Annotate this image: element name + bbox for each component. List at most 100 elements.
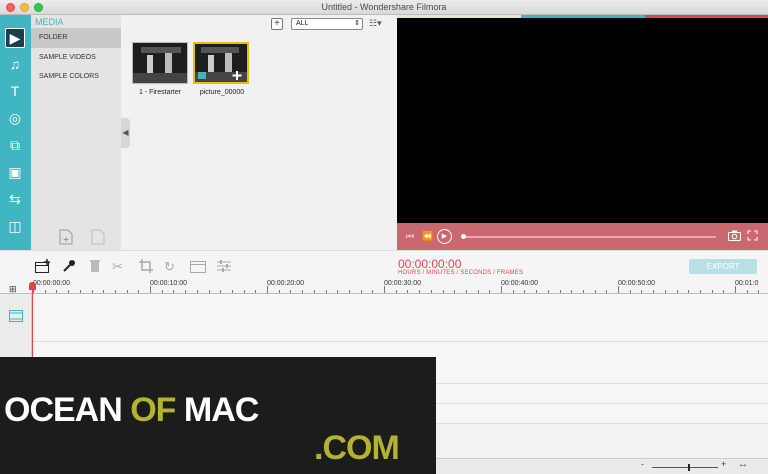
left-toolbar: ▶ ♫ T ◎ ⧉ ▣ ⇆ ◫ [0,15,31,250]
preview-screen[interactable] [397,15,768,223]
video-track[interactable] [32,294,768,342]
ruler-tick [337,290,339,293]
delete-folder-icon[interactable] [91,229,105,245]
timecode-caption: HOURS / MINUTES / SECONDS / FRAMES [398,270,524,276]
ruler-tick [442,290,444,293]
rotate-icon[interactable]: ↻ [164,259,175,275]
media-thumbnail[interactable] [132,42,188,84]
music-icon[interactable]: ♫ [5,54,25,74]
ruler-tick [723,290,725,293]
timecode-display: 00:00:00:00 [398,257,462,271]
rewind-icon[interactable]: ⏮ [406,231,414,242]
ruler-tick [208,290,210,293]
watermark-text-ocean: OCEAN [4,391,131,429]
step-back-icon[interactable]: ⏪ [422,231,433,242]
speed-icon[interactable] [190,259,206,276]
snapshot-icon[interactable] [728,230,741,243]
ruler-tick [699,290,701,293]
media-sidebar: MEDIA FOLDER SAMPLE VIDEOS SAMPLE COLORS [31,15,121,250]
ruler-tick [653,290,655,293]
ruler-label: 00:00:20:00 [267,280,304,287]
ruler-tick [430,290,432,293]
ruler-tick [618,286,619,293]
window-title: Untitled - Wondershare Filmora [321,2,447,12]
ruler-tick [454,290,456,293]
sidebar-item-sample-videos[interactable]: SAMPLE VIDEOS [31,48,121,68]
ruler-tick [582,290,584,293]
crop-icon[interactable] [139,259,153,276]
cut-icon[interactable]: ✂ [112,259,123,275]
watermark-text-com: .COM [314,429,400,467]
ruler-tick [44,290,46,293]
overlay-icon[interactable]: ⧉ [5,135,25,155]
ruler-tick [501,286,502,293]
ruler-tick [56,290,58,293]
ruler-tick [419,290,421,293]
ruler-tick [559,290,561,293]
record-voiceover-icon[interactable] [35,259,51,276]
ruler-tick [150,286,151,293]
add-track-icon[interactable]: ⊞ [9,284,17,295]
zoom-bar: - + ↔ [436,458,768,474]
ruler-tick [664,290,666,293]
ruler-tick [629,290,631,293]
grid-view-icon[interactable]: ☷▾ [369,18,389,30]
media-filter-select[interactable]: ALL ⇕ [291,18,363,30]
import-media-button[interactable]: + [271,18,283,30]
split-screen-icon[interactable]: ◫ [5,216,25,236]
sidebar-item-sample-colors[interactable]: SAMPLE COLORS [31,67,121,87]
zoom-in-button[interactable]: + [721,459,726,469]
ruler-tick [372,290,374,293]
ruler-tick [735,286,736,293]
text-icon[interactable]: T [5,81,25,101]
strip-segment [645,15,768,18]
media-item-label: 1 - Firestarter [138,89,181,96]
watermark-line-1: OCEAN OF MAC [4,391,259,430]
title-bar: Untitled - Wondershare Filmora [0,0,768,15]
ruler-label: 00:00:10:00 [150,280,187,287]
ruler-tick [676,290,678,293]
ruler-tick [325,290,327,293]
microphone-icon[interactable] [62,259,76,276]
video-track-icon [9,310,23,325]
ruler-tick [348,290,350,293]
ruler-tick [267,286,268,293]
timeline-ruler[interactable]: 00:00:00:00 00:00:10:00 00:00:20:00 00:0… [0,280,768,294]
export-button[interactable]: EXPORT [689,259,757,274]
ruler-tick [384,286,385,293]
ruler-tick [524,290,526,293]
zoom-slider[interactable] [652,464,718,471]
transition-icon[interactable]: ⇆ [5,189,25,209]
collapse-sidebar-handle[interactable]: ◀ [121,118,130,148]
fullscreen-icon[interactable] [747,230,758,243]
playhead-handle[interactable] [29,282,36,290]
ruler-tick [126,290,128,293]
ruler-tick [161,290,163,293]
ruler-tick [489,290,491,293]
fit-timeline-icon[interactable]: ↔ [738,459,748,470]
elements-icon[interactable]: ▣ [5,162,25,182]
ruler-tick [711,290,713,293]
ruler-tick [185,290,187,293]
ruler-tick [290,290,292,293]
zoom-out-button[interactable]: - [641,459,644,469]
editing-toolbar: ✂ ↻ 00:00:00:00 HOURS / MINUTES / SECOND… [0,250,768,280]
ruler-tick [758,290,760,293]
media-thumbnail-selected[interactable] [193,42,249,84]
filter-icon[interactable]: ◎ [5,108,25,128]
zoom-slider-knob[interactable] [688,464,690,471]
new-folder-icon[interactable] [59,229,73,245]
preview-color-strip [397,15,768,18]
progress-knob[interactable] [461,234,466,239]
media-icon[interactable]: ▶ [5,28,25,48]
ruler-tick [196,290,198,293]
ruler-label: 00:01:0 [735,280,759,287]
playback-progress-bar[interactable] [461,234,716,239]
play-button[interactable]: ▶ [437,229,452,244]
delete-icon[interactable] [89,259,101,276]
adjust-icon[interactable] [217,259,231,276]
sidebar-item-folder[interactable]: FOLDER [31,28,121,48]
ruler-tick [547,290,549,293]
ruler-tick [746,290,748,293]
ruler-tick [220,290,222,293]
